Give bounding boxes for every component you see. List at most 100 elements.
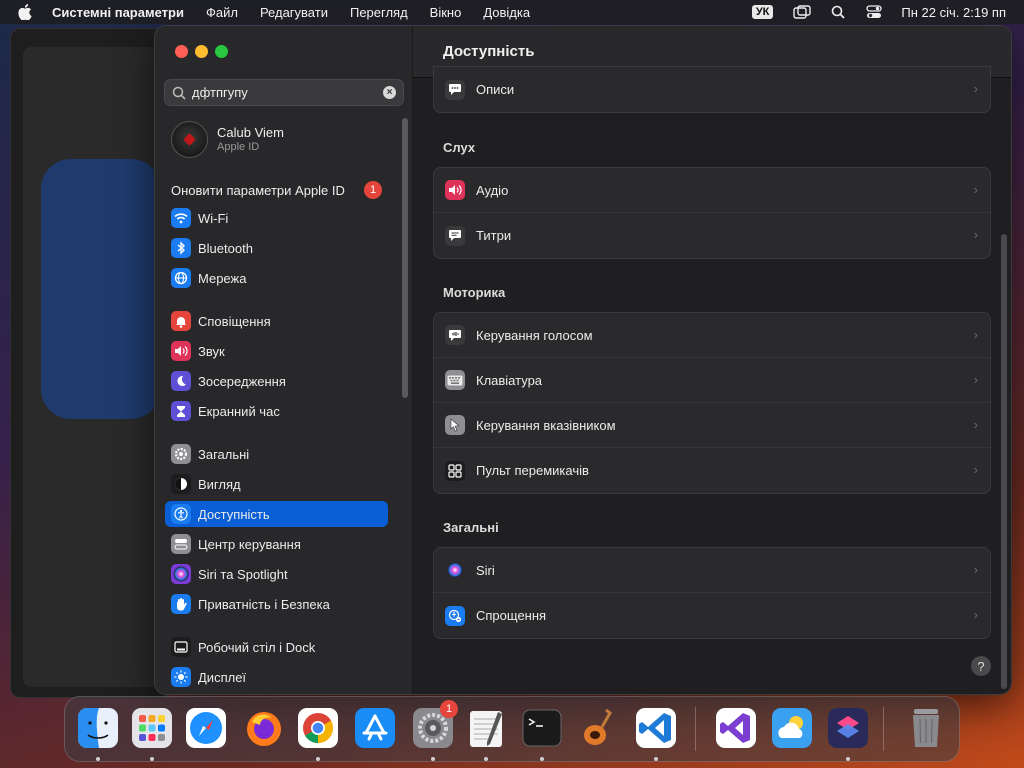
menu-help[interactable]: Довідка	[483, 5, 530, 20]
sidebar-item-bluetooth[interactable]: Bluetooth	[165, 235, 388, 261]
update-apple-id-settings[interactable]: Оновити параметри Apple ID 1	[171, 180, 401, 200]
row-audio[interactable]: Аудіо ›	[434, 168, 990, 213]
section-title-hearing: Слух	[443, 140, 476, 155]
visual-studio-icon[interactable]	[713, 705, 759, 751]
sidebar-item-label: Wi-Fi	[198, 210, 229, 226]
search-input[interactable]	[192, 85, 382, 100]
menu-edit[interactable]: Редагувати	[260, 5, 328, 20]
textedit-icon[interactable]	[463, 705, 509, 751]
running-indicator	[540, 757, 544, 761]
app-store-icon[interactable]	[352, 705, 398, 751]
finder-icon[interactable]	[75, 705, 121, 751]
sidebar-item-focus[interactable]: Зосередження	[165, 368, 388, 394]
row-descriptions[interactable]: Описи ›	[434, 67, 990, 112]
chevron-right-icon: ›	[973, 182, 978, 197]
trash-icon[interactable]	[903, 705, 949, 751]
speaker-icon	[171, 341, 191, 361]
zoom-window-button[interactable]	[215, 45, 228, 58]
row-label: Титри	[476, 228, 512, 243]
control-center-icon	[171, 534, 191, 554]
bell-icon	[171, 311, 191, 331]
sidebar-item-screen-time[interactable]: Екранний час	[165, 398, 388, 424]
row-label: Керування голосом	[476, 327, 593, 343]
row-siri[interactable]: Siri ›	[434, 548, 990, 593]
row-keyboard[interactable]: Клавіатура ›	[434, 358, 990, 403]
sidebar-item-label: Приватність і Безпека	[198, 596, 330, 612]
sidebar-scrollbar[interactable]	[402, 118, 408, 398]
chevron-right-icon: ›	[973, 417, 978, 432]
chrome-icon[interactable]	[295, 705, 341, 751]
row-captions[interactable]: Титри ›	[434, 213, 990, 258]
apple-menu-icon[interactable]	[16, 3, 34, 21]
sidebar-item-wifi[interactable]: Wi-Fi	[165, 205, 388, 231]
sidebar-item-sound[interactable]: Звук	[165, 338, 388, 364]
siri-icon	[171, 564, 191, 584]
appearance-icon	[171, 474, 191, 494]
row-label: Спрощення	[476, 608, 547, 623]
row-switch-control[interactable]: Пульт перемикачів ›	[434, 448, 990, 493]
menu-app-name[interactable]: Системні параметри	[52, 5, 184, 20]
sidebar-item-label: Екранний час	[198, 403, 280, 419]
sidebar-item-desktop-dock[interactable]: Робочий стіл і Dock	[165, 634, 388, 660]
shortcut-accessibility-icon	[445, 605, 465, 626]
sidebar-item-displays[interactable]: Дисплеї	[165, 664, 388, 690]
row-label: Пульт перемикачів	[476, 463, 589, 478]
gear-icon	[171, 444, 191, 464]
menu-clock[interactable]: Пн 22 січ. 2:19 пп	[901, 5, 1006, 20]
keyboard-icon	[445, 370, 465, 390]
running-indicator	[484, 757, 488, 761]
weather-icon[interactable]	[769, 705, 815, 751]
accessibility-icon	[171, 504, 191, 524]
shortcuts-icon[interactable]	[825, 705, 871, 751]
chevron-right-icon: ›	[973, 607, 978, 622]
close-window-button[interactable]	[175, 45, 188, 58]
profile-subtitle: Apple ID	[217, 141, 260, 153]
sidebar-item-privacy-security[interactable]: Приватність і Безпека	[165, 591, 388, 617]
background-browser-window[interactable]	[10, 28, 170, 698]
safari-icon[interactable]	[183, 705, 229, 751]
sidebar-item-network[interactable]: Мережа	[165, 265, 388, 291]
sidebar-item-siri-spotlight[interactable]: Siri та Spotlight	[165, 561, 388, 587]
dock-separator	[883, 707, 884, 751]
sidebar-item-notifications[interactable]: Сповіщення	[165, 308, 388, 334]
sidebar-item-label: Сповіщення	[198, 313, 271, 329]
minimize-window-button[interactable]	[195, 45, 208, 58]
main-scrollbar[interactable]	[1001, 234, 1007, 689]
window-switcher-icon[interactable]	[793, 4, 812, 20]
globe-icon	[171, 268, 191, 288]
search-field[interactable]: ×	[164, 79, 404, 106]
help-button[interactable]: ?	[971, 656, 991, 676]
terminal-icon[interactable]	[519, 705, 565, 751]
menu-window[interactable]: Вікно	[430, 5, 462, 20]
menu-view[interactable]: Перегляд	[350, 5, 408, 20]
sidebar-item-appearance[interactable]: Вигляд	[165, 471, 388, 497]
sidebar-item-label: Дисплеї	[198, 669, 247, 685]
row-pointer-control[interactable]: Керування вказівником ›	[434, 403, 990, 448]
sidebar-item-accessibility[interactable]: Доступність	[165, 501, 388, 527]
settings-group: Siri › Спрощення ›	[433, 547, 991, 639]
spotlight-search-icon[interactable]	[829, 4, 847, 20]
dock: 1	[64, 696, 960, 762]
firefox-icon[interactable]	[241, 705, 287, 751]
sidebar-item-general[interactable]: Загальні	[165, 441, 388, 467]
vscode-icon[interactable]	[633, 705, 679, 751]
sidebar-item-label: Siri та Spotlight	[198, 566, 288, 582]
clear-search-icon[interactable]: ×	[383, 86, 396, 99]
wifi-icon	[171, 208, 191, 228]
sidebar-item-control-center[interactable]: Центр керування	[165, 531, 388, 557]
sidebar-item-label: Зосередження	[198, 373, 286, 389]
apple-id-profile[interactable]: Calub Viem Apple ID	[171, 119, 401, 159]
control-center-icon[interactable]	[865, 4, 883, 20]
keyboard-layout-indicator[interactable]: УК	[751, 5, 774, 19]
menu-file[interactable]: Файл	[206, 5, 238, 20]
hourglass-icon	[171, 401, 191, 421]
row-label: Клавіатура	[476, 372, 543, 388]
row-voice-control[interactable]: Керування голосом ›	[434, 313, 990, 358]
row-label: Описи	[476, 82, 515, 97]
garageband-icon[interactable]	[575, 705, 621, 751]
row-shortcut[interactable]: Спрощення ›	[434, 593, 990, 638]
sidebar-item-label: Мережа	[198, 270, 247, 286]
row-label: Siri	[476, 562, 495, 578]
dock-icon	[171, 637, 191, 657]
launchpad-icon[interactable]	[129, 705, 175, 751]
